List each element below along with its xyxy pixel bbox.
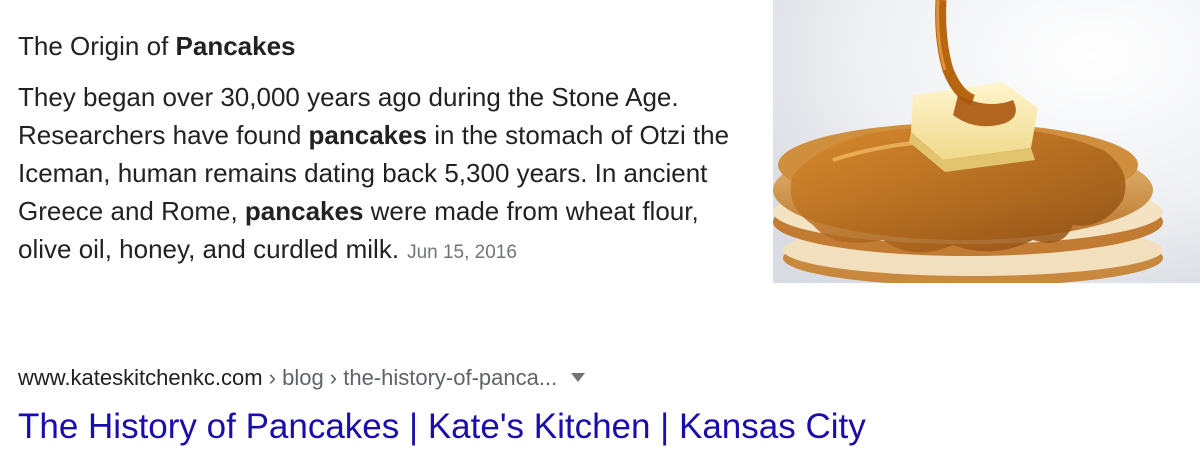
- snippet-text-bold1: pancakes: [308, 120, 428, 150]
- snippet-heading: The Origin of Pancakes: [18, 26, 758, 66]
- dropdown-caret-icon[interactable]: [571, 372, 586, 382]
- snippet-heading-prefix: The Origin of: [18, 31, 176, 61]
- snippet-text-bold2: pancakes: [244, 196, 364, 226]
- snippet-date: Jun 15, 2016: [407, 242, 517, 263]
- snippet-image[interactable]: [773, 0, 1200, 283]
- result-url[interactable]: www.kateskitchenkc.com › blog › the-hist…: [18, 362, 586, 394]
- featured-snippet: The Origin of Pancakes They began over 3…: [18, 26, 758, 272]
- result-domain: www.kateskitchenkc.com: [18, 365, 263, 390]
- snippet-heading-bold: Pancakes: [175, 31, 296, 61]
- snippet-text: They began over 30,000 years ago during …: [18, 78, 758, 272]
- result-breadcrumb: › blog › the-history-of-panca...: [262, 365, 558, 390]
- pancake-image: [773, 0, 1200, 283]
- result-title-link[interactable]: The History of Pancakes | Kate's Kitchen…: [18, 405, 866, 449]
